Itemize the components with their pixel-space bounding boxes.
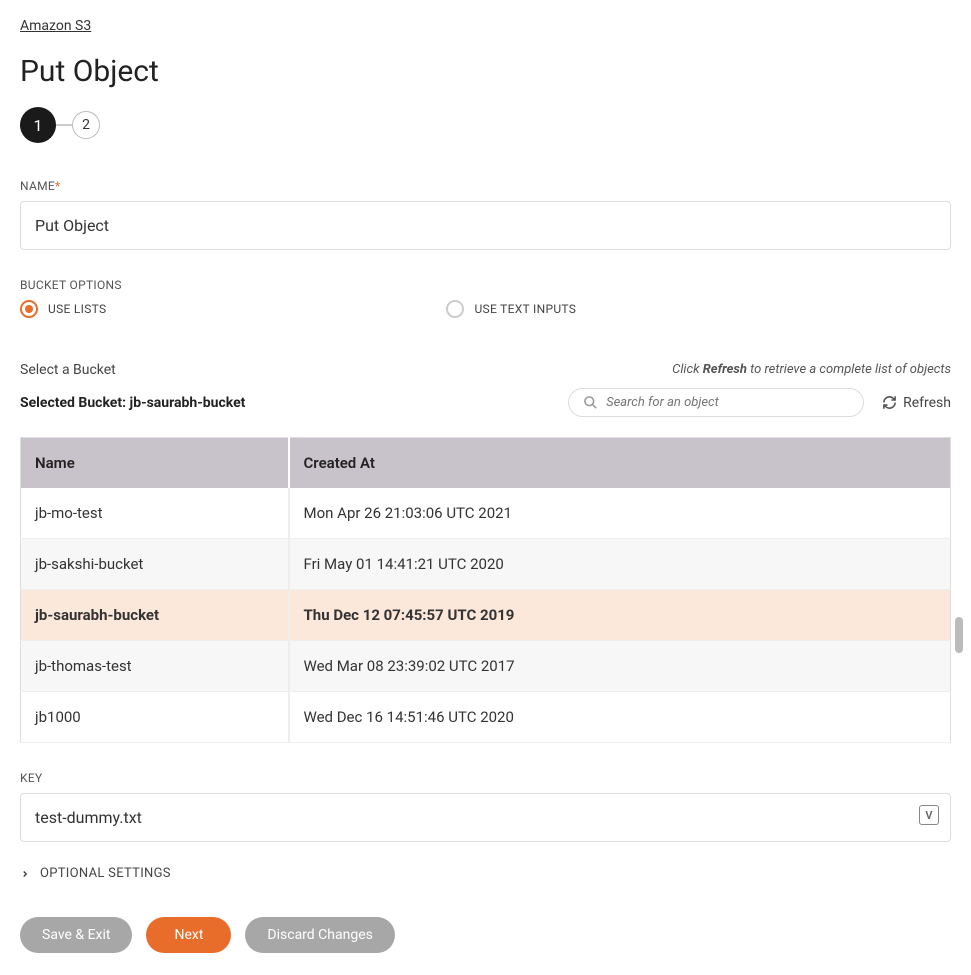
name-label: NAME*	[20, 179, 951, 193]
cell-name: jb-mo-test	[21, 488, 289, 539]
cell-name: jb-saurabh-bucket	[21, 590, 289, 641]
cell-name: jb-thomas-test	[21, 641, 289, 692]
cell-name: jb1000	[21, 692, 289, 743]
optional-settings-label: OPTIONAL SETTINGS	[40, 866, 171, 881]
select-bucket-label: Select a Bucket	[20, 362, 116, 378]
table-row[interactable]: jb-sakshi-bucketFri May 01 14:41:21 UTC …	[21, 539, 951, 590]
chevron-right-icon	[20, 869, 30, 879]
cell-created: Wed Dec 16 14:51:46 UTC 2020	[289, 692, 951, 743]
cell-created: Wed Mar 08 23:39:02 UTC 2017	[289, 641, 951, 692]
table-row[interactable]: jb-saurabh-bucketThu Dec 12 07:45:57 UTC…	[21, 590, 951, 641]
bucket-options-label: BUCKET OPTIONS	[20, 278, 951, 292]
cell-created: Mon Apr 26 21:03:06 UTC 2021	[289, 488, 951, 539]
table-row[interactable]: jb1000Wed Dec 16 14:51:46 UTC 2020	[21, 692, 951, 743]
variable-icon[interactable]: V	[919, 805, 939, 825]
step-1[interactable]: 1	[20, 107, 56, 143]
search-box[interactable]	[568, 388, 864, 417]
cell-name: jb-sakshi-bucket	[21, 539, 289, 590]
step-2[interactable]: 2	[72, 111, 100, 139]
stepper: 1 2	[20, 107, 951, 143]
next-button[interactable]: Next	[146, 917, 231, 953]
cell-created: Thu Dec 12 07:45:57 UTC 2019	[289, 590, 951, 641]
refresh-icon	[882, 395, 897, 410]
refresh-button[interactable]: Refresh	[882, 395, 951, 411]
cell-created: Fri May 01 14:41:21 UTC 2020	[289, 539, 951, 590]
breadcrumb-link[interactable]: Amazon S3	[20, 18, 91, 34]
discard-button[interactable]: Discard Changes	[245, 917, 394, 953]
key-input[interactable]	[20, 793, 951, 842]
col-header-created[interactable]: Created At	[289, 438, 951, 489]
search-icon	[583, 395, 598, 410]
scrollbar-thumb[interactable]	[955, 617, 963, 653]
name-input[interactable]	[20, 201, 951, 250]
radio-use-lists-label: USE LISTS	[48, 302, 106, 316]
table-row[interactable]: jb-mo-testMon Apr 26 21:03:06 UTC 2021	[21, 488, 951, 539]
page-title: Put Object	[20, 54, 951, 89]
radio-use-lists[interactable]: USE LISTS	[20, 300, 106, 318]
radio-use-text-inputs[interactable]: USE TEXT INPUTS	[446, 300, 576, 318]
refresh-hint: Click Refresh to retrieve a complete lis…	[672, 362, 951, 377]
radio-use-text-inputs-label: USE TEXT INPUTS	[474, 302, 576, 316]
radio-icon	[20, 300, 38, 318]
table-row[interactable]: jb-thomas-testWed Mar 08 23:39:02 UTC 20…	[21, 641, 951, 692]
col-header-name[interactable]: Name	[21, 438, 289, 489]
optional-settings-toggle[interactable]: OPTIONAL SETTINGS	[20, 866, 951, 881]
save-exit-button[interactable]: Save & Exit	[20, 917, 132, 953]
key-label: KEY	[20, 771, 951, 785]
selected-bucket: Selected Bucket: jb-saurabh-bucket	[20, 395, 245, 411]
bucket-table: Name Created At jb-mo-testMon Apr 26 21:…	[20, 437, 951, 743]
refresh-label: Refresh	[903, 395, 951, 411]
step-connector	[56, 124, 72, 126]
search-input[interactable]	[606, 395, 849, 410]
radio-icon	[446, 300, 464, 318]
